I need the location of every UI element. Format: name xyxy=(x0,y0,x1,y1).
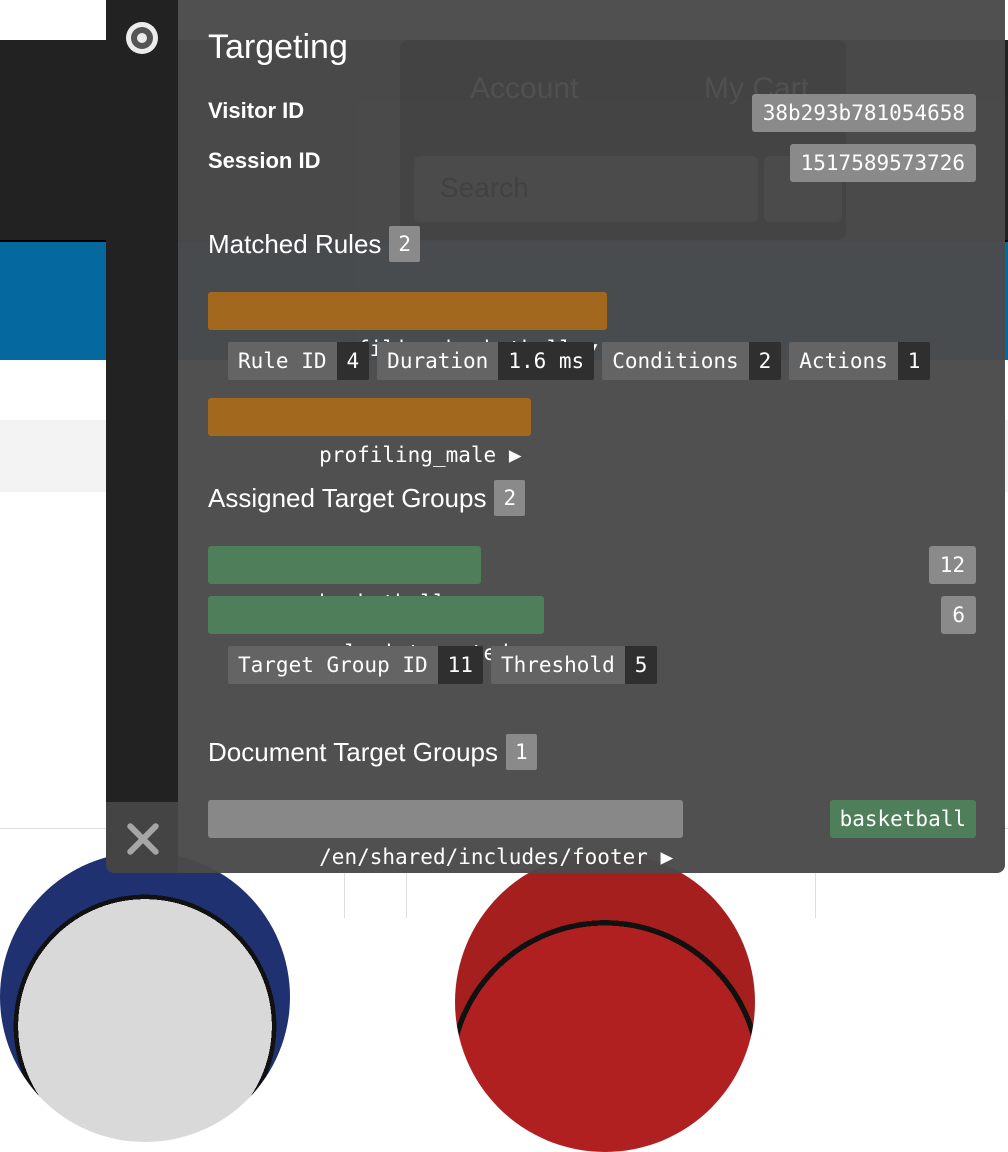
product-image-red-ball[interactable] xyxy=(455,852,755,1152)
ghost-account-link: Account xyxy=(470,72,579,105)
document-groups-count: 1 xyxy=(506,734,537,770)
document-path: /en/shared/includes/footer xyxy=(319,845,648,869)
panel-title: Targeting xyxy=(208,28,348,66)
panel-sidebar-top xyxy=(106,0,178,802)
session-id-value: 1517589573726 xyxy=(789,144,976,182)
assigned-groups-heading: Assigned Target Groups 2 xyxy=(208,480,526,516)
rule-details: Rule ID 4 Duration 1.6 ms Conditions 2 Acti… xyxy=(228,342,931,380)
section-title: Assigned Target Groups xyxy=(208,482,487,513)
group-basketball[interactable]: basketball ▶ xyxy=(208,546,481,615)
rule-id-pill: Rule ID 4 xyxy=(228,342,370,380)
panel-main: Account My Cart Search Targeting Visitor… xyxy=(178,0,1005,873)
close-icon[interactable] xyxy=(124,820,162,858)
document-group-tag[interactable]: basketball xyxy=(829,800,976,838)
matched-rules-heading: Matched Rules 2 xyxy=(208,226,421,262)
group-details: Target Group ID 11 Threshold 5 xyxy=(228,646,658,684)
actions-pill: Actions 1 xyxy=(789,342,931,380)
threshold-pill: Threshold 5 xyxy=(490,646,658,684)
visitor-id-value: 38b293b781054658 xyxy=(751,94,976,132)
group-male-interested[interactable]: male-interested ▼ xyxy=(208,596,545,665)
duration-pill: Duration 1.6 ms xyxy=(377,342,595,380)
targeting-panel: Account My Cart Search Targeting Visitor… xyxy=(106,0,1005,873)
panel-sidebar xyxy=(106,0,178,873)
document-groups-heading: Document Target Groups 1 xyxy=(208,734,537,770)
ghost-search-input: Search xyxy=(414,156,758,222)
target-icon[interactable] xyxy=(126,22,158,54)
document-footer[interactable]: /en/shared/includes/footer ▶ xyxy=(208,800,684,869)
group-score: 12 xyxy=(928,546,976,584)
rule-profiling-basketball[interactable]: profiling_basketball ▼ xyxy=(208,292,608,361)
session-id-label: Session ID xyxy=(208,148,321,173)
section-title: Document Target Groups xyxy=(208,736,498,767)
target-group-id-pill: Target Group ID 11 xyxy=(228,646,483,684)
assigned-groups-count: 2 xyxy=(494,480,526,516)
product-image-blue-ball[interactable] xyxy=(0,852,290,1142)
visitor-id-label: Visitor ID xyxy=(208,98,305,123)
rule-name: profiling_male xyxy=(319,443,497,467)
rule-profiling-male[interactable]: profiling_male ▶ xyxy=(208,398,532,467)
chevron-right-icon: ▶ xyxy=(508,443,522,467)
group-score: 6 xyxy=(941,596,976,634)
section-title: Matched Rules xyxy=(208,228,382,259)
matched-rules-count: 2 xyxy=(389,226,421,262)
chevron-right-icon: ▶ xyxy=(660,845,674,869)
conditions-pill: Conditions 2 xyxy=(602,342,782,380)
